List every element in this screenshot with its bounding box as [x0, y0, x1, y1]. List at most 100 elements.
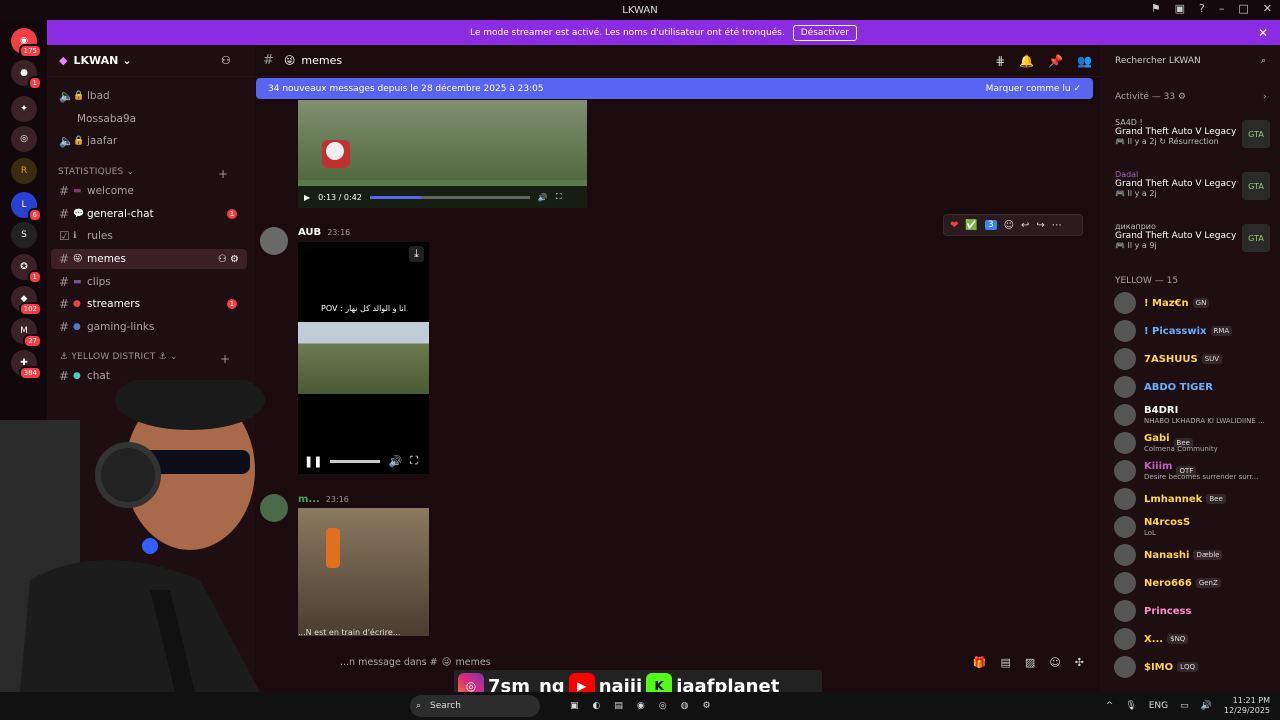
direct-messages-icon[interactable]: ◉ 175	[11, 28, 42, 58]
add-member-icon[interactable]: ⚇	[221, 54, 231, 67]
channel-memes[interactable]: # 😜 memes ⚇ ⚙	[51, 249, 247, 269]
server-icon[interactable]: R	[11, 158, 37, 184]
channel-clips[interactable]: # ▬ clips	[51, 272, 247, 292]
pin-icon[interactable]: 📌	[1048, 54, 1063, 68]
member-row[interactable]: ! Maz€n GN	[1114, 290, 1276, 316]
apps-icon[interactable]: ✣	[1075, 656, 1084, 669]
member-row[interactable]: ! Picasswix RMA	[1114, 318, 1276, 344]
close-icon[interactable]: ✕	[1258, 26, 1268, 40]
fullscreen-icon[interactable]: ⛶	[410, 454, 418, 468]
channel-welcome[interactable]: # ▬ welcome	[51, 181, 247, 201]
close-button[interactable]: ✕	[1263, 2, 1272, 15]
disable-streamer-mode-button[interactable]: Désactiver	[792, 24, 857, 41]
member-row[interactable]: Nanashi Dæble	[1114, 542, 1276, 568]
voice-item[interactable]: 🔈 🔒 jaafar	[51, 131, 247, 151]
gif-icon[interactable]: ▤	[1001, 656, 1011, 669]
server-header[interactable]: ◆ LKWAN ⌄ ⚇	[47, 45, 255, 77]
mark-read-button[interactable]: Marquer comme lu ✓	[986, 84, 1081, 94]
category-stats[interactable]: STATISTIQUES ⌄ +	[58, 167, 228, 181]
message-author[interactable]: AUB 23:16	[298, 227, 350, 238]
video-player[interactable]: ▶ 0:13 / 0:42 🔊 ⛶	[298, 100, 587, 208]
member-row[interactable]: $IMO LQQ	[1114, 654, 1276, 680]
message-author[interactable]: m... 23:16	[298, 494, 349, 505]
volume-slider[interactable]	[330, 459, 381, 463]
folder-icon[interactable]: ▣	[570, 701, 579, 711]
member-row[interactable]: B4DRI NHABO LKHADRA KI LWALIDIINE ...	[1114, 402, 1276, 428]
minimize-button[interactable]: –	[1219, 2, 1225, 15]
more-icon[interactable]: ⋯	[1052, 220, 1062, 231]
forward-icon[interactable]: ↪	[1036, 220, 1044, 231]
member-row[interactable]: N4rcosS LoL	[1114, 514, 1276, 540]
heart-reaction[interactable]: ❤	[950, 220, 958, 231]
activity-card[interactable]: Dadal Grand Theft Auto V Legacy 🎮 Il y a…	[1115, 170, 1275, 200]
channel-streamers[interactable]: # ● streamers 1	[51, 294, 247, 314]
channel-general-chat[interactable]: # 💬 general-chat 1	[51, 204, 247, 224]
avatar[interactable]	[260, 227, 288, 255]
member-row[interactable]: ABDO TIGER	[1114, 374, 1276, 400]
add-channel-icon[interactable]: +	[218, 167, 228, 181]
server-icon[interactable]: M 27	[11, 318, 42, 348]
chevron-right-icon[interactable]: ›	[1263, 92, 1267, 102]
add-channel-icon[interactable]: +	[220, 352, 230, 366]
reply-icon[interactable]: ↩	[1021, 220, 1029, 231]
video-thumbnail[interactable]	[298, 508, 429, 636]
member-row[interactable]: Kiiim OTF Desire becomes surrender surr...	[1114, 458, 1276, 484]
activity-card[interactable]: дикаприо Grand Theft Auto V Legacy 🎮 Il …	[1115, 222, 1275, 252]
microphone-icon[interactable]: 🎙	[1125, 701, 1136, 711]
voice-item[interactable]: 🔈 🔒 lbad	[51, 86, 247, 106]
server-icon-lkwan[interactable]: L6	[11, 192, 42, 222]
settings-icon[interactable]: ⚇ ⚙	[218, 254, 239, 265]
download-icon[interactable]: ⤓	[409, 246, 424, 262]
pause-icon[interactable]: ❚❚	[304, 455, 322, 468]
new-messages-bar[interactable]: 34 nouveaux messages depuis le 28 décemb…	[256, 78, 1093, 99]
members-icon[interactable]: 👥	[1077, 54, 1092, 68]
volume-icon[interactable]: 🔊	[388, 455, 402, 468]
server-icon[interactable]: ✚ 384	[11, 350, 42, 380]
server-icon[interactable]: ◎	[11, 126, 37, 152]
voice-item[interactable]: Mossaba9a	[51, 109, 247, 129]
server-icon[interactable]: ✦	[11, 96, 37, 122]
member-row[interactable]: X... $NQ	[1114, 626, 1276, 652]
check-reaction[interactable]: ✅	[965, 220, 977, 231]
gift-icon[interactable]: 🎁	[973, 656, 987, 669]
maximize-button[interactable]: □	[1238, 2, 1248, 15]
play-icon[interactable]: ▶	[304, 193, 310, 202]
member-row[interactable]: 7ASHUUS SUV	[1114, 346, 1276, 372]
server-icon[interactable]: ● 1	[11, 60, 42, 90]
chrome-icon[interactable]: ◍	[681, 701, 689, 711]
member-row[interactable]: Lmhannek Bee	[1114, 486, 1276, 512]
chevron-up-icon[interactable]: ^	[1106, 701, 1114, 711]
add-reaction-icon[interactable]: ☺	[1004, 220, 1014, 231]
language-indicator[interactable]: ENG	[1149, 701, 1168, 711]
member-row[interactable]: Gabi Bee Colmena Community	[1114, 430, 1276, 456]
server-icon[interactable]: S	[11, 222, 37, 248]
category-yellow[interactable]: ⚓ YELLOW DISTRICT ⚓ ⌄ +	[60, 352, 230, 366]
video-progress[interactable]	[369, 195, 530, 199]
obs-icon[interactable]: ◎	[659, 701, 667, 711]
server-icon[interactable]: ◆ 102	[11, 286, 42, 316]
server-icon[interactable]: ✪ 1	[11, 254, 42, 284]
steam-icon[interactable]: ⚙	[702, 701, 710, 711]
member-row[interactable]: Princess	[1114, 598, 1276, 624]
bell-icon[interactable]: 🔔	[1019, 54, 1034, 68]
help-icon[interactable]: ?	[1199, 2, 1205, 15]
discord-icon[interactable]: ◉	[637, 701, 645, 711]
screen-icon[interactable]: ▣	[1175, 2, 1185, 15]
inbox-icon[interactable]: ⚑	[1151, 2, 1161, 15]
store-icon[interactable]: ▤	[614, 701, 623, 711]
activity-title[interactable]: Activité — 33 ⚙ ›	[1115, 92, 1267, 102]
clock[interactable]: 11:21 PM 12/29/2025	[1224, 696, 1270, 716]
channel-rules[interactable]: ☑ ℹ rules	[51, 226, 247, 246]
network-icon[interactable]: ▭	[1180, 701, 1189, 711]
emoji-picker-icon[interactable]: ☺	[1049, 656, 1060, 669]
search-input[interactable]: Rechercher LKWAN ⌕	[1110, 52, 1272, 70]
number-reaction[interactable]: 3	[984, 220, 997, 230]
speaker-icon[interactable]: 🔊	[1201, 701, 1212, 711]
channel-gaming-links[interactable]: # ● gaming-links	[51, 317, 247, 337]
threads-icon[interactable]: ⋕	[995, 54, 1005, 68]
video-player[interactable]: ⤓ POV : انا و الوالد كل نهار ❚❚ 🔊 ⛶	[298, 242, 429, 474]
member-row[interactable]: Nero666 GenZ	[1114, 570, 1276, 596]
edge-icon[interactable]: ◐	[593, 701, 601, 711]
volume-icon[interactable]: 🔊	[538, 193, 548, 202]
fullscreen-icon[interactable]: ⛶	[556, 192, 562, 202]
